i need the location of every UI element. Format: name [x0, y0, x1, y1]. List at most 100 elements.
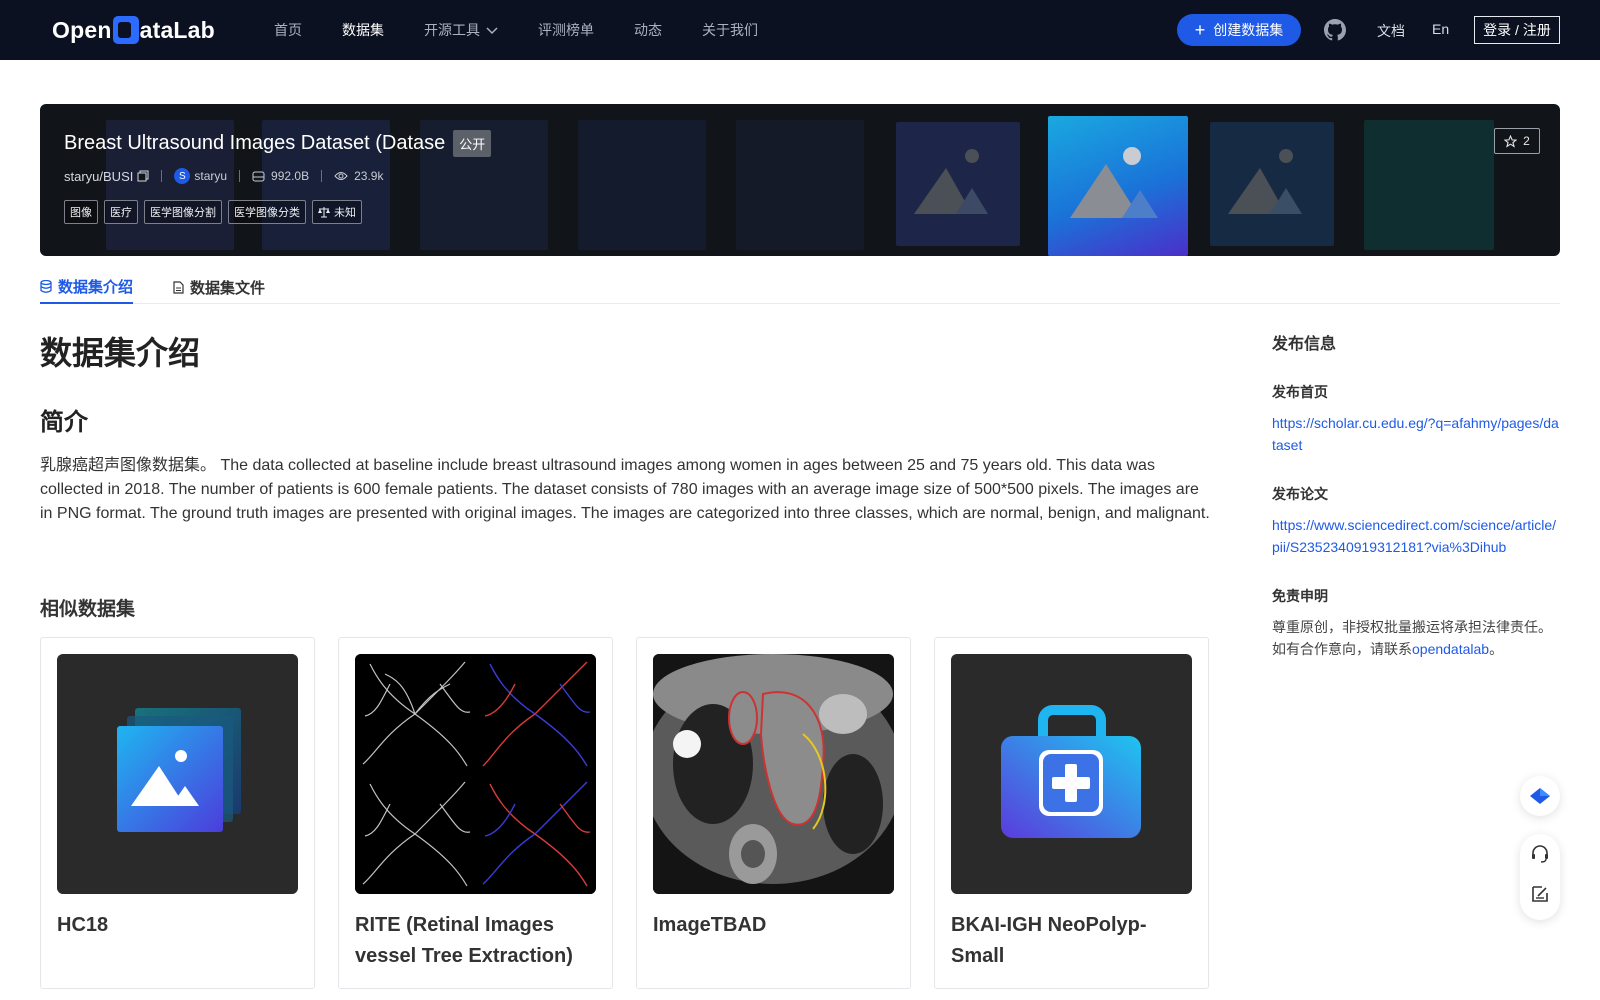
nav-tools[interactable]: 开源工具: [424, 20, 498, 40]
database-icon: [40, 279, 52, 293]
nav-about[interactable]: 关于我们: [702, 20, 758, 40]
nav-home-label: 首页: [274, 22, 302, 38]
dataset-title-text: Breast Ultrasound Images Dataset (Datase: [64, 132, 446, 154]
similar-heading: 相似数据集: [40, 599, 136, 620]
view-count: 23.9k: [354, 169, 384, 183]
logo-d-mark: [112, 16, 139, 44]
tab-intro-label: 数据集介绍: [58, 278, 134, 296]
similar-dataset-name: BKAI-IGH NeoPolyp-Small: [951, 914, 1147, 967]
create-dataset-button[interactable]: + 创建数据集: [1177, 14, 1301, 46]
license-tag[interactable]: 未知: [312, 200, 362, 224]
feedback-button[interactable]: [1520, 874, 1560, 914]
banner-image-tile: [896, 122, 1020, 246]
meta-divider: [321, 170, 323, 182]
tab-files[interactable]: 数据集文件: [173, 270, 265, 304]
image-icon: [914, 149, 988, 214]
paper-label: 发布论文: [1272, 486, 1328, 502]
meta-divider: [161, 170, 163, 182]
dataset-size: 992.0B: [271, 169, 310, 183]
nav-datasets[interactable]: 数据集: [342, 20, 384, 40]
scale-icon: [318, 206, 330, 218]
nav-leaderboard-label: 评测榜单: [538, 22, 594, 38]
create-dataset-label: 创建数据集: [1213, 22, 1284, 38]
similar-dataset-card[interactable]: HC18: [40, 637, 315, 989]
headset-icon: [1530, 844, 1550, 864]
repo-path: staryu/BUSI: [64, 168, 134, 184]
publish-info-panel: 发布信息 发布首页 https://scholar.cu.edu.eg/?q=a…: [1272, 330, 1562, 660]
nav-about-label: 关于我们: [702, 22, 758, 38]
tag-item[interactable]: 医疗: [104, 200, 138, 224]
banner-image-tile-active: [1048, 116, 1188, 256]
medkit-icon: [1001, 705, 1141, 838]
contact-link[interactable]: opendatalab: [1412, 641, 1489, 657]
paper-link[interactable]: https://www.sciencedirect.com/science/ar…: [1272, 514, 1562, 558]
similar-dataset-card[interactable]: ImageTBAD: [636, 637, 911, 989]
banner-image-tile: [1210, 122, 1334, 246]
retina-vessels-image: [355, 654, 596, 894]
disclaimer-end: 。: [1489, 641, 1504, 657]
nav-home[interactable]: 首页: [274, 20, 302, 40]
similar-dataset-card[interactable]: RITE (Retinal Images vessel Tree Extract…: [338, 637, 613, 989]
banner-tile: [1364, 120, 1494, 250]
ct-scan-image: [653, 654, 894, 894]
eye-icon: [334, 171, 348, 181]
nav-datasets-label: 数据集: [342, 22, 384, 38]
owner-avatar: S: [174, 168, 191, 184]
homepage-link[interactable]: https://scholar.cu.edu.eg/?q=afahmy/page…: [1272, 412, 1562, 456]
dataset-description: 乳腺癌超声图像数据集。 The data collected at baseli…: [40, 457, 1210, 522]
dataset-banner: Breast Ultrasound Images Dataset (Datase…: [40, 104, 1560, 256]
feishu-button[interactable]: [1520, 776, 1560, 816]
homepage-label: 发布首页: [1272, 384, 1328, 400]
dataset-thumbnail: [653, 654, 894, 894]
nav-leaderboard[interactable]: 评测榜单: [538, 20, 594, 40]
feishu-icon: [1528, 786, 1552, 806]
copy-icon[interactable]: [137, 170, 149, 182]
dataset-meta: staryu/BUSI S staryu 992.0B 23.9k: [64, 168, 383, 184]
plus-icon: +: [1194, 20, 1206, 40]
language-switch[interactable]: En: [1432, 21, 1449, 37]
nav-news[interactable]: 动态: [634, 20, 662, 40]
similar-dataset-name: ImageTBAD: [653, 914, 767, 936]
dataset-thumbnail: [57, 654, 298, 894]
image-icon: [117, 708, 241, 832]
disclaimer-line: 如有合作意向，请联系: [1272, 641, 1412, 657]
storage-icon: [252, 171, 265, 182]
github-icon[interactable]: [1323, 18, 1347, 42]
nav-tools-label: 开源工具: [424, 22, 480, 38]
image-icon: [1228, 149, 1302, 214]
file-icon: [173, 280, 184, 294]
tab-intro[interactable]: 数据集介绍: [40, 270, 134, 304]
tag-item[interactable]: 医学图像分类: [228, 200, 306, 224]
tag-item[interactable]: 图像: [64, 200, 98, 224]
owner-name[interactable]: staryu: [194, 169, 227, 183]
floating-feishu: [1520, 776, 1560, 816]
nav-docs[interactable]: 文档: [1377, 21, 1405, 41]
banner-tile: [578, 120, 706, 250]
meta-divider: [239, 170, 241, 182]
tab-files-label: 数据集文件: [190, 279, 266, 297]
chevron-down-icon: [486, 22, 498, 38]
star-button[interactable]: 2: [1494, 128, 1540, 154]
support-button[interactable]: [1520, 834, 1560, 874]
intro-heading: 简介: [40, 409, 88, 436]
similar-dataset-card[interactable]: BKAI-IGH NeoPolyp-Small: [934, 637, 1209, 989]
dataset-thumbnail: [951, 654, 1192, 894]
top-nav: Open ataLab 首页 数据集 开源工具 评测榜单 动态 关于我们 + 创…: [0, 0, 1600, 60]
tag-item[interactable]: 医学图像分割: [144, 200, 222, 224]
content-tabs: 数据集介绍 数据集文件: [40, 264, 1560, 304]
publish-info-title: 发布信息: [1272, 336, 1337, 353]
login-register-button[interactable]: 登录 / 注册: [1474, 16, 1560, 44]
opendatalab-logo[interactable]: Open ataLab: [52, 14, 215, 46]
logo-text-open: Open: [52, 16, 112, 43]
star-icon: [1504, 134, 1518, 148]
floating-tools: [1520, 834, 1560, 920]
nav-news-label: 动态: [634, 22, 662, 38]
nav-links: 首页 数据集 开源工具 评测榜单 动态 关于我们: [274, 0, 798, 60]
dataset-thumbnail: [355, 654, 596, 894]
page-title: 数据集介绍: [40, 335, 201, 371]
star-count: 2: [1523, 134, 1530, 148]
similar-dataset-name: HC18: [57, 914, 109, 936]
image-icon: [1070, 147, 1158, 218]
dataset-title: Breast Ultrasound Images Dataset (Datase…: [64, 130, 492, 157]
banner-tile: [736, 120, 864, 250]
